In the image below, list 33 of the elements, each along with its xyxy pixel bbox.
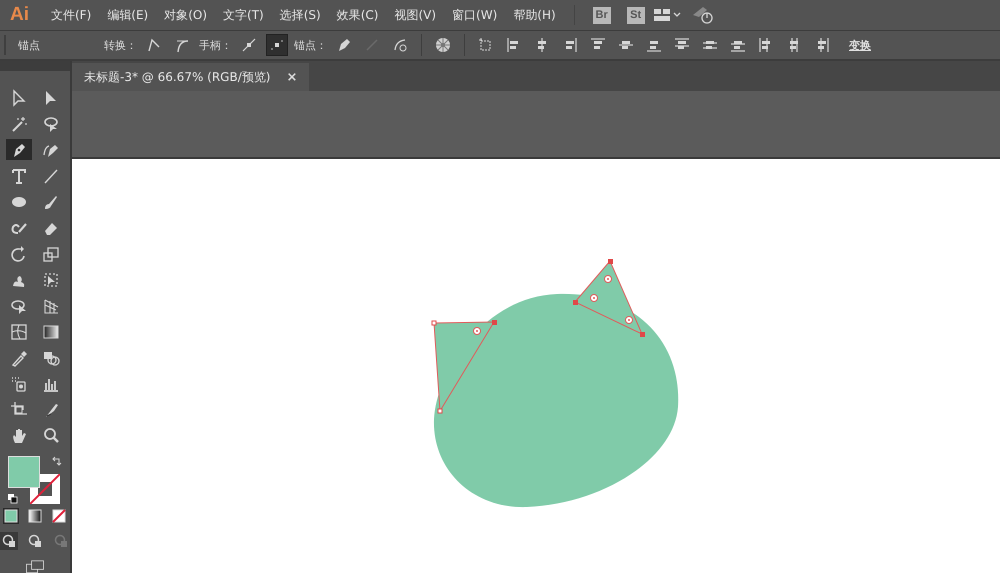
app-switch-button[interactable]: Br: [592, 6, 611, 24]
screen-mode-icon[interactable]: [24, 560, 46, 573]
menu-item[interactable]: 帮助(H): [505, 6, 564, 24]
menu-item[interactable]: 选择(S): [272, 6, 329, 24]
menu-item[interactable]: 窗口(W): [444, 6, 506, 24]
close-tab-button[interactable]: ×: [286, 70, 298, 84]
draw-normal-icon[interactable]: [0, 532, 18, 550]
selected-triangle-shape[interactable]: [573, 259, 645, 337]
handles-label: 手柄：: [199, 38, 232, 52]
selection-type-label: 锚点: [17, 38, 41, 52]
anchors-label: 锚点：: [294, 38, 327, 52]
menu-item[interactable]: 对象(O): [156, 6, 216, 24]
app-switch-button[interactable]: St: [626, 6, 645, 24]
default-colors-icon[interactable]: [8, 494, 18, 504]
swap-arrows-icon[interactable]: [52, 456, 62, 466]
workspace-layout-icon[interactable]: [652, 8, 681, 22]
selected-triangle-shape[interactable]: [432, 320, 497, 414]
feather-icon[interactable]: [690, 5, 715, 25]
app-logo: Ai: [9, 4, 30, 26]
gradient-mode-icon[interactable]: [27, 508, 43, 524]
menu-item[interactable]: 文字(T): [215, 6, 272, 24]
transform-link[interactable]: 变换: [849, 38, 871, 52]
menu-item[interactable]: 文件(F): [43, 6, 100, 24]
none-mode-icon[interactable]: [51, 508, 67, 524]
menu-item[interactable]: 编辑(E): [99, 6, 156, 24]
hide-handles-icon[interactable]: [266, 34, 288, 56]
pen-icon[interactable]: [6, 139, 32, 160]
document-tab[interactable]: 未标题-3* @ 66.67% (RGB/预览) ×: [72, 63, 310, 91]
color-mode-icon[interactable]: [3, 508, 19, 524]
menu-item[interactable]: 效果(C): [328, 6, 386, 24]
menu-item[interactable]: 视图(V): [386, 6, 444, 24]
convert-label: 转换：: [104, 38, 137, 52]
fill-color-swatch[interactable]: [8, 456, 40, 488]
